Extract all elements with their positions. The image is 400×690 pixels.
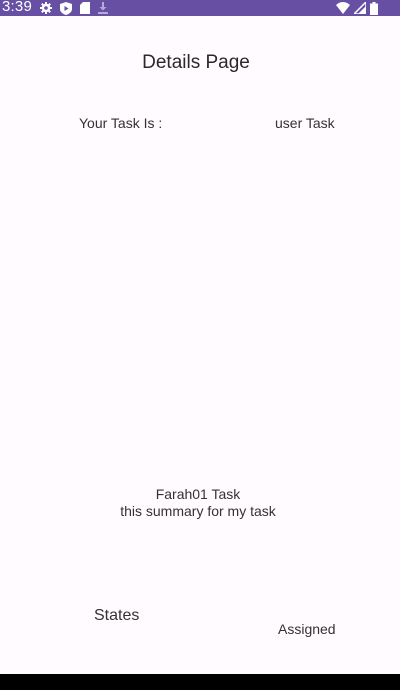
states-label: States [94,607,140,624]
signal-icon [354,2,366,14]
shield-play-icon [60,1,72,15]
task-value: user Task [275,115,335,131]
wifi-icon [336,2,350,14]
task-label: Your Task Is : [79,115,163,131]
status-icons-right [336,0,378,16]
status-bar: 3:39 [0,0,400,16]
summary-text: this summary for my task [120,503,276,519]
sd-card-icon [80,2,90,14]
download-icon [98,2,108,14]
navigation-bar [0,674,400,690]
page-title: Details Page [142,52,250,73]
task-summary: Farah01 Task this summary for my task [0,486,396,520]
battery-icon [370,1,378,15]
gear-icon [40,2,52,14]
status-time: 3:39 [2,0,32,15]
summary-title: Farah01 Task [155,486,241,502]
status-icons-left [40,0,108,16]
states-value: Assigned [278,621,336,637]
